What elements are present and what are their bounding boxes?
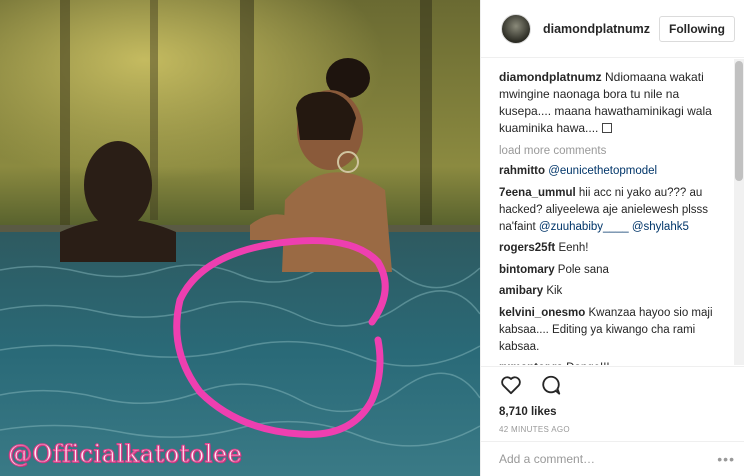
emoji-glyph-icon: [601, 123, 612, 133]
comments-list: diamondplatnumz Ndiomaana wakati mwingin…: [481, 59, 744, 365]
comment-mention-link[interactable]: @zuuhabiby____: [539, 221, 629, 233]
photo-watermark: @Officialkatotolee: [7, 440, 243, 469]
load-more-comments-link[interactable]: load more comments: [499, 143, 731, 160]
comment-text: Eenh!: [558, 242, 589, 254]
comment-row: 7eena_ummul hii acc ni yako au??? au hac…: [499, 185, 731, 236]
comment-row: rogers25ft Eenh!: [499, 240, 731, 257]
comment-row: bintomary Pole sana: [499, 262, 731, 279]
comment-username[interactable]: amibary: [499, 285, 543, 297]
heart-icon[interactable]: [499, 373, 523, 397]
pool-photo-illustration: [0, 0, 480, 476]
post-side-panel: diamondplatnumz Following diamondplatnum…: [480, 0, 744, 476]
comment-text: Pole sana: [557, 263, 609, 276]
comment-username[interactable]: bintomary: [499, 264, 555, 276]
comment-username[interactable]: rogers25ft: [499, 242, 555, 254]
avatar[interactable]: [501, 13, 531, 44]
caption-username[interactable]: diamondplatnumz: [499, 70, 602, 84]
comment-text: Kik: [546, 285, 563, 297]
likes-count[interactable]: 8,710 likes: [499, 403, 727, 421]
comments-scrollbar[interactable]: [734, 59, 744, 365]
comment-row: rumantor.ra Dange!!!: [499, 360, 731, 365]
comment-username[interactable]: 7eena_ummul: [499, 187, 576, 199]
comment-username[interactable]: rumantor.ra: [499, 362, 563, 365]
comment-row: kelvini_onesmo Kwanzaa hayoo sio maji ka…: [499, 305, 731, 356]
comment-username[interactable]: kelvini_onesmo: [499, 307, 585, 319]
post-photo: @Officialkatotolee: [0, 0, 480, 476]
add-comment-bar: •••: [481, 441, 744, 476]
more-options-icon[interactable]: •••: [717, 451, 735, 467]
instagram-post-view: @Officialkatotolee diamondplatnumz Follo…: [0, 0, 744, 476]
comment-username[interactable]: rahmitto: [499, 165, 545, 177]
add-comment-input[interactable]: [499, 452, 718, 466]
comment-mention-link[interactable]: @shylahk5: [632, 221, 689, 233]
comment-text: Dange!!!: [566, 362, 609, 365]
post-caption: diamondplatnumz Ndiomaana wakati mwingin…: [499, 69, 731, 137]
post-timestamp[interactable]: 42 MINUTES AGO: [499, 425, 727, 434]
comment-row: amibary Kik: [499, 283, 731, 300]
following-button[interactable]: Following: [659, 15, 735, 42]
post-header: diamondplatnumz Following: [481, 0, 744, 58]
scrollbar-thumb[interactable]: [735, 61, 743, 181]
comment-mention-link[interactable]: @eunicethetopmodel: [548, 165, 657, 177]
comment-row: rahmitto @eunicethetopmodel: [499, 163, 731, 180]
speech-bubble-icon[interactable]: [539, 373, 563, 397]
header-username[interactable]: diamondplatnumz: [543, 22, 659, 36]
